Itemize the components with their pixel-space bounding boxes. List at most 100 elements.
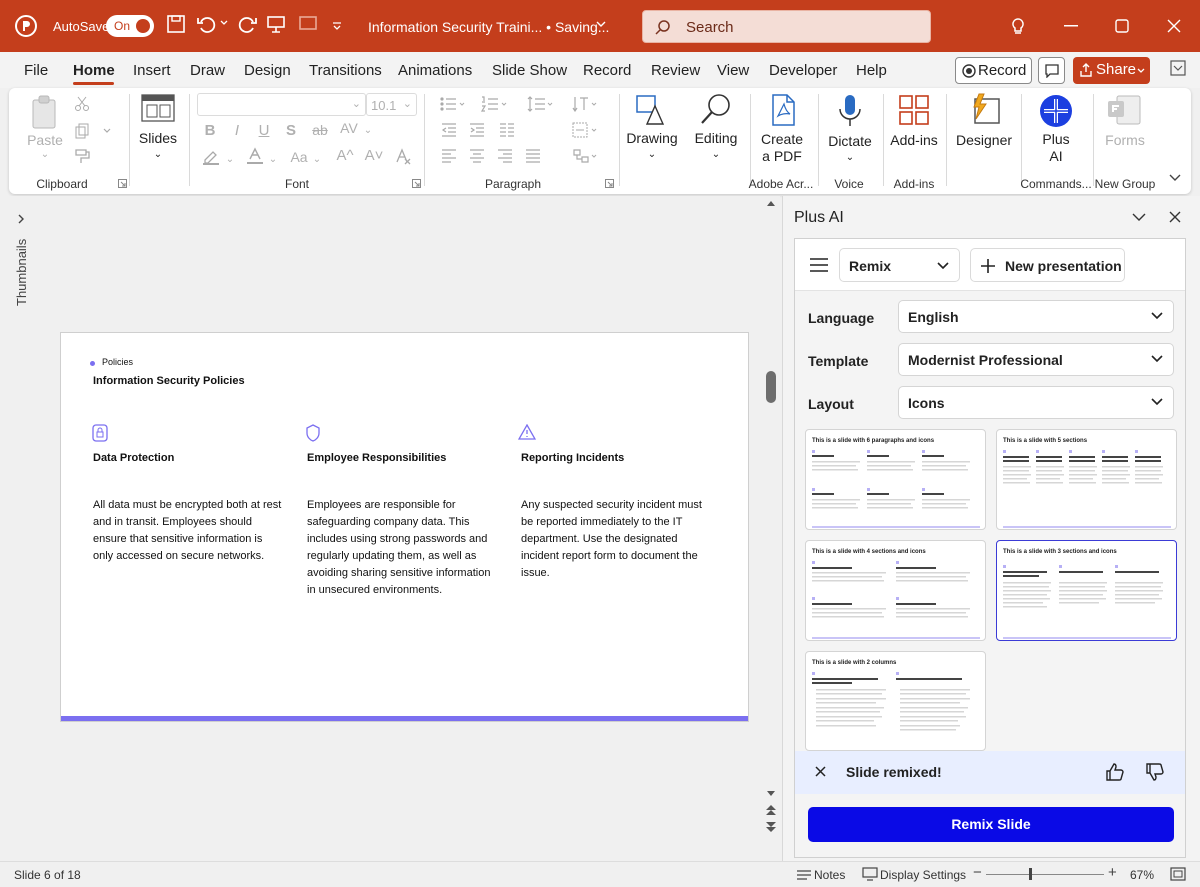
copy-icon[interactable] (74, 123, 90, 139)
tab-slide-show[interactable]: Slide Show (492, 62, 567, 79)
character-spacing-icon[interactable]: AV (340, 120, 358, 137)
shrink-font-icon[interactable]: A˅ (365, 147, 384, 164)
tab-record[interactable]: Record (583, 62, 631, 79)
plus-ai-logo-icon[interactable] (1039, 94, 1073, 128)
paragraph-launcher-icon[interactable] (605, 179, 614, 188)
smartart-icon[interactable] (572, 148, 598, 164)
justify-icon[interactable] (525, 148, 541, 164)
forms-icon[interactable] (1107, 95, 1141, 125)
dismiss-notice-icon[interactable] (815, 766, 826, 777)
tab-review[interactable]: Review (651, 62, 700, 79)
notes-icon[interactable] (796, 868, 812, 882)
expand-thumbnails-icon[interactable] (17, 214, 25, 224)
pane-close-icon[interactable] (1169, 211, 1181, 223)
autosave-toggle[interactable]: On (106, 15, 154, 37)
mode-dropdown[interactable]: Remix (839, 248, 960, 282)
thumbs-down-icon[interactable] (1146, 763, 1164, 781)
font-color-dropdown-icon[interactable]: ⌄ (269, 151, 277, 168)
create-pdf-icon[interactable] (769, 94, 797, 126)
thumbs-up-icon[interactable] (1106, 763, 1124, 781)
grow-font-icon[interactable]: A^ (336, 147, 353, 164)
find-magnifier-icon[interactable] (699, 92, 733, 126)
font-size-combo[interactable]: 10.1 ⌄ (366, 93, 417, 116)
designer-icon[interactable] (967, 93, 1001, 127)
new-presentation-button[interactable]: New presentation (970, 248, 1125, 282)
save-icon[interactable] (166, 14, 186, 34)
numbering-icon[interactable] (481, 96, 507, 112)
drawing-dropdown-icon[interactable]: ⌄ (648, 146, 656, 163)
layout-thumbnail-1[interactable]: This is a slide with 6 paragraphs and ic… (805, 429, 986, 530)
minimize-icon[interactable] (1064, 25, 1078, 27)
search-box[interactable]: Search (642, 10, 931, 43)
layout-dropdown[interactable]: Icons (898, 386, 1174, 419)
decrease-indent-icon[interactable] (441, 122, 457, 138)
zoom-level[interactable]: 67% (1130, 868, 1154, 882)
language-dropdown[interactable]: English (898, 300, 1174, 333)
addins-label[interactable]: Add-ins (890, 132, 937, 149)
lightbulb-icon[interactable] (1010, 17, 1026, 37)
customize-toolbar-icon[interactable] (332, 22, 342, 30)
zoom-slider-thumb[interactable] (1029, 868, 1032, 880)
remix-slide-button[interactable]: Remix Slide (808, 807, 1174, 842)
create-pdf-label-1[interactable]: Create (761, 131, 803, 148)
display-settings-icon[interactable] (862, 867, 878, 881)
align-left-icon[interactable] (441, 148, 457, 164)
slide-canvas[interactable]: Policies Information Security Policies D… (60, 332, 749, 722)
plus-ai-label-2[interactable]: AI (1049, 148, 1062, 165)
addins-grid-icon[interactable] (899, 95, 929, 125)
zoom-slider-track[interactable] (986, 874, 1104, 875)
collapse-ribbon-icon[interactable] (1169, 174, 1181, 182)
editing-label[interactable]: Editing (695, 130, 738, 147)
pane-options-icon[interactable] (1132, 213, 1146, 222)
format-painter-icon[interactable] (74, 148, 92, 164)
template-dropdown[interactable]: Modernist Professional (898, 343, 1174, 376)
highlight-icon[interactable] (201, 148, 221, 166)
align-center-icon[interactable] (469, 148, 485, 164)
create-pdf-label-2[interactable]: a PDF (762, 148, 802, 165)
tab-file[interactable]: File (24, 62, 48, 79)
record-button[interactable]: Record (955, 57, 1032, 84)
tab-home[interactable]: Home (73, 62, 115, 79)
tab-animations[interactable]: Animations (398, 62, 472, 79)
bullets-icon[interactable] (439, 96, 465, 112)
increase-indent-icon[interactable] (469, 122, 485, 138)
fit-slide-icon[interactable] (1170, 867, 1186, 881)
clipboard-launcher-icon[interactable] (118, 179, 127, 188)
shadow-icon[interactable]: S (286, 122, 296, 139)
share-button[interactable]: Share (1073, 57, 1150, 84)
scroll-down-icon[interactable] (766, 790, 776, 797)
slideshow-icon[interactable] (298, 14, 318, 34)
next-slide-icon[interactable] (765, 821, 777, 833)
ribbon-display-options-icon[interactable] (1170, 60, 1186, 76)
tab-transitions[interactable]: Transitions (309, 62, 382, 79)
tab-design[interactable]: Design (244, 62, 291, 79)
comments-button[interactable] (1038, 57, 1065, 84)
columns-icon[interactable] (499, 122, 515, 138)
thumbnails-pane-collapsed[interactable]: Thumbnails (0, 196, 44, 861)
slides-dropdown-icon[interactable]: ⌄ (154, 146, 162, 163)
slides-label[interactable]: Slides (139, 130, 177, 147)
scroll-up-icon[interactable] (766, 200, 776, 207)
italic-icon[interactable]: I (235, 122, 239, 139)
strikethrough-icon[interactable]: ab (312, 122, 328, 139)
highlight-dropdown-icon[interactable]: ⌄ (226, 151, 234, 168)
display-settings-button[interactable]: Display Settings (880, 868, 966, 882)
title-dropdown-icon[interactable] (596, 21, 606, 28)
layout-thumbnail-5[interactable]: This is a slide with 2 columns (805, 651, 986, 751)
editing-dropdown-icon[interactable]: ⌄ (712, 146, 720, 163)
hamburger-menu-icon[interactable] (810, 258, 828, 272)
vertical-scrollbar[interactable] (762, 196, 780, 861)
thumbnails-label[interactable]: Thumbnails (14, 239, 29, 306)
microphone-icon[interactable] (837, 94, 863, 128)
copy-dropdown-icon[interactable] (103, 128, 111, 134)
maximize-icon[interactable] (1115, 19, 1129, 33)
tab-developer[interactable]: Developer (769, 62, 837, 79)
underline-icon[interactable]: U (259, 122, 270, 139)
tab-insert[interactable]: Insert (133, 62, 171, 79)
font-launcher-icon[interactable] (412, 179, 421, 188)
zoom-out-icon[interactable]: − (973, 864, 982, 881)
previous-slide-icon[interactable] (765, 804, 777, 816)
tab-view[interactable]: View (717, 62, 749, 79)
tab-draw[interactable]: Draw (190, 62, 225, 79)
paste-dropdown-icon[interactable]: ⌄ (41, 146, 49, 163)
